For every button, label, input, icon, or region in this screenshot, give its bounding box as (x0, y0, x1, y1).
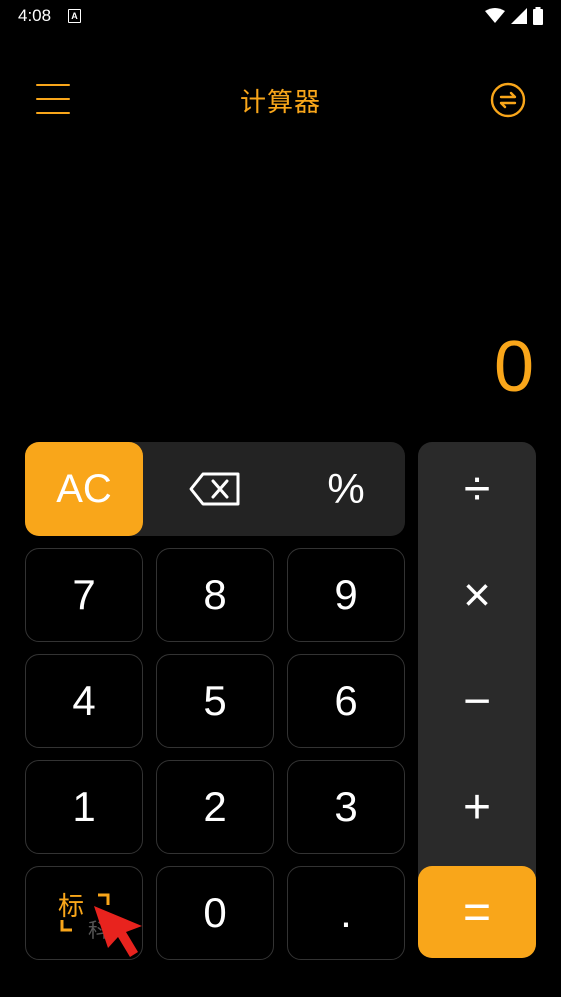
wifi-icon (485, 8, 505, 23)
plus-button[interactable]: + (418, 760, 536, 854)
pointer-cursor-icon (94, 906, 142, 957)
status-bar: 4:08 A (0, 0, 561, 34)
system-icons (485, 6, 543, 26)
digit-4-button[interactable]: 4 (25, 654, 143, 748)
backspace-icon (189, 472, 240, 506)
digit-5-button[interactable]: 5 (156, 654, 274, 748)
decimal-button[interactable]: . (287, 866, 405, 960)
convert-icon[interactable] (490, 82, 526, 118)
signal-icon (511, 8, 527, 24)
page-title: 计算器 (239, 87, 321, 117)
status-time: 4:08 (18, 6, 52, 25)
digit-8-button[interactable]: 8 (156, 548, 274, 642)
equals-button[interactable]: = (418, 866, 536, 958)
backspace-button[interactable] (156, 442, 274, 536)
display-value: 0 (493, 327, 534, 407)
digit-2-button[interactable]: 2 (156, 760, 274, 854)
digit-0-button[interactable]: 0 (156, 866, 274, 960)
digit-1-button[interactable]: 1 (25, 760, 143, 854)
digit-9-button[interactable]: 9 (287, 548, 405, 642)
mark-button[interactable]: 标 科 (25, 866, 143, 960)
multiply-button[interactable]: × (418, 548, 536, 642)
notification-icon: A (68, 9, 81, 23)
digit-6-button[interactable]: 6 (287, 654, 405, 748)
digit-3-button[interactable]: 3 (287, 760, 405, 854)
clear-button[interactable]: AC (25, 442, 143, 536)
battery-icon (533, 7, 543, 25)
digit-7-button[interactable]: 7 (25, 548, 143, 642)
divide-button[interactable]: ÷ (418, 442, 536, 536)
percent-button[interactable]: % (287, 442, 405, 536)
minus-button[interactable]: − (418, 654, 536, 748)
